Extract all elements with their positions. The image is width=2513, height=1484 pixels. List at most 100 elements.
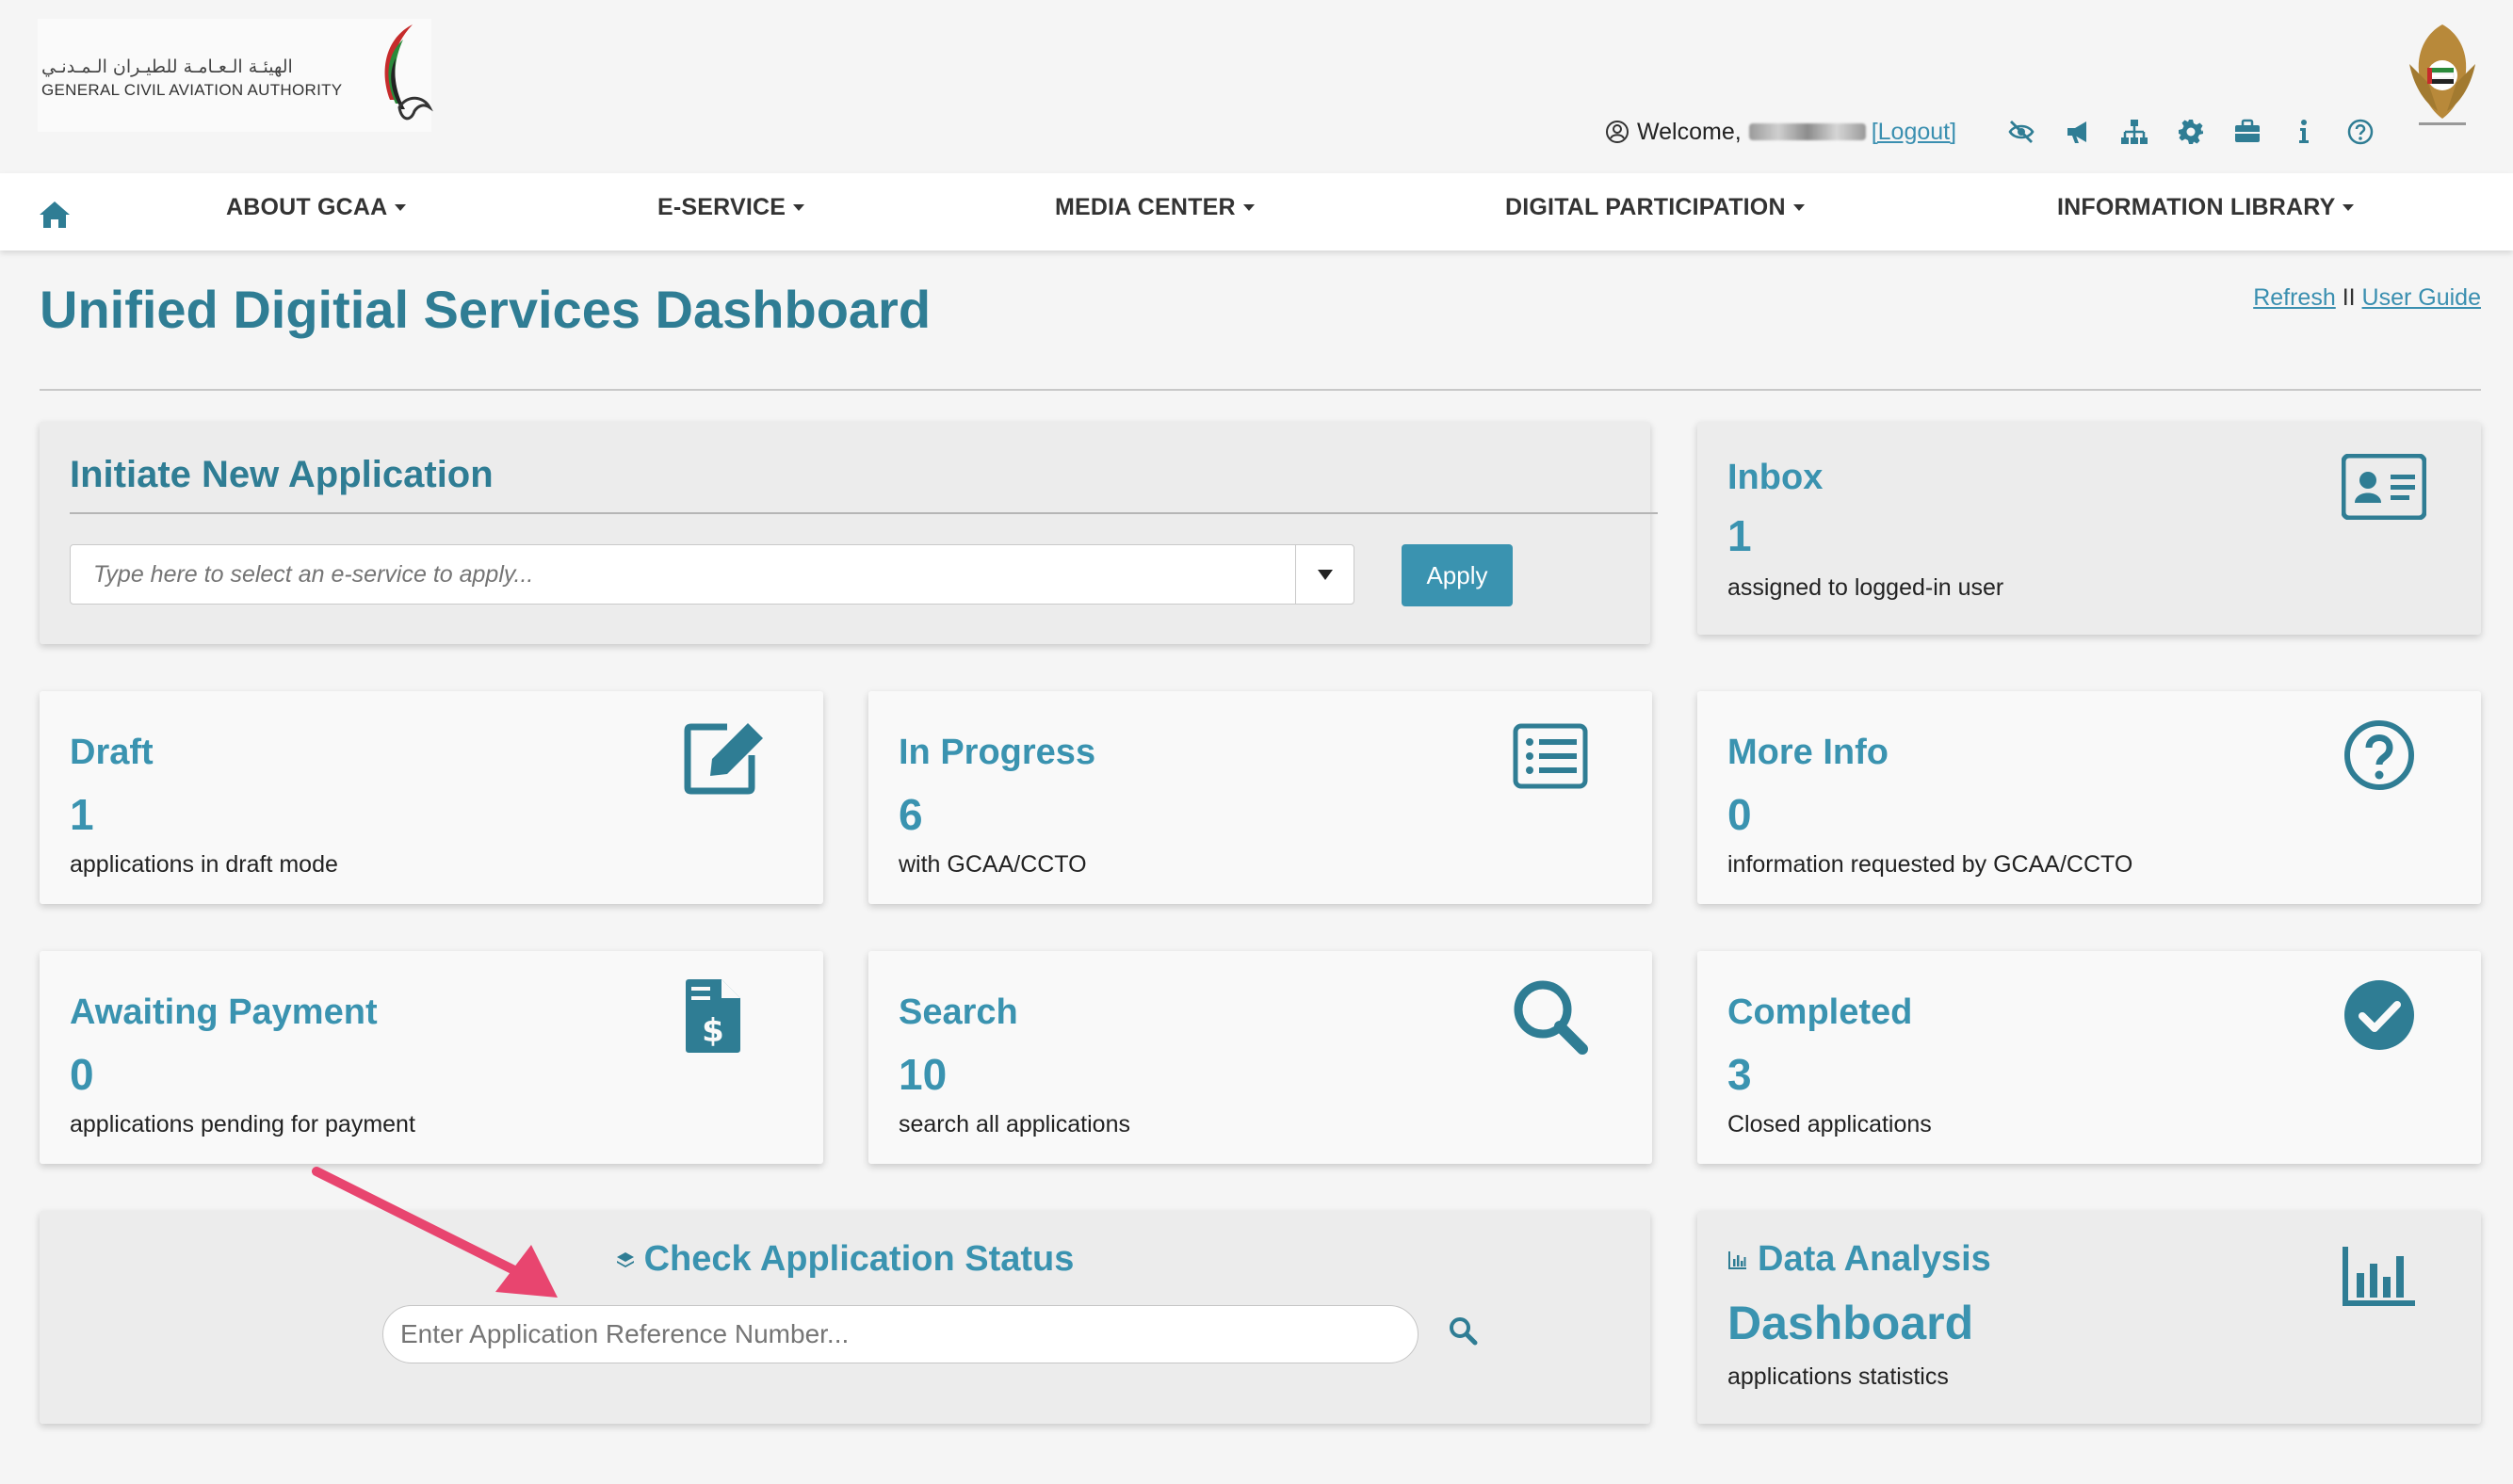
awaiting-payment-card[interactable]: Awaiting Payment 0 applications pending … [40,951,823,1164]
chevron-down-icon [1242,204,1255,211]
chevron-down-icon [2343,204,2355,211]
reference-number-field[interactable] [382,1305,1419,1363]
title-divider [40,389,2481,391]
chevron-down-icon [1792,204,1805,211]
draft-card[interactable]: Draft 1 applications in draft mode [40,691,823,904]
announcement-icon[interactable] [2050,115,2106,149]
sitemap-icon[interactable] [2106,115,2163,149]
nav-media-center[interactable]: MEDIA CENTER [1055,194,1255,221]
more-info-desc: information requested by GCAA/CCTO [1727,851,2133,878]
question-circle-icon [2343,719,2415,791]
inbox-card[interactable]: Inbox 1 assigned to logged-in user [1697,422,2481,635]
initiate-application-panel: Initiate New Application Apply [40,422,1658,644]
logo-arabic-text: الهيئـة الـعـامـة للطيـران الـمـدنـي [41,56,293,77]
id-card-icon [2341,453,2427,521]
logout-link[interactable]: [Logout] [1872,119,1956,146]
data-analysis-heading: Data Analysis [1727,1239,1991,1280]
nav-media-center-label: MEDIA CENTER [1055,194,1236,220]
in-progress-count: 6 [899,790,923,839]
annotation-arrow-icon [312,1167,558,1298]
nav-e-service-label: E-SERVICE [657,194,786,220]
edit-icon [684,718,769,795]
accessibility-icon[interactable] [1993,115,2050,149]
welcome-label: Welcome, [1637,118,1742,145]
search-count: 10 [899,1050,948,1099]
list-alt-icon [1513,723,1588,789]
data-analysis-dashboard-label: Dashboard [1727,1297,1974,1349]
awaiting-payment-title: Awaiting Payment [70,992,378,1032]
search-desc: search all applications [899,1111,1130,1137]
more-info-count: 0 [1727,790,1752,839]
draft-desc: applications in draft mode [70,851,338,878]
main-nav: ABOUT GCAA E-SERVICE MEDIA CENTER DIGITA… [0,173,2513,250]
eservice-dropdown-toggle[interactable] [1295,545,1354,604]
reference-number-input[interactable] [383,1306,1418,1363]
chevron-down-icon [395,204,407,211]
nav-digital-participation[interactable]: DIGITAL PARTICIPATION [1505,194,1805,221]
more-info-title: More Info [1727,733,1889,772]
completed-card[interactable]: Completed 3 Closed applications [1697,951,2481,1164]
completed-desc: Closed applications [1727,1111,1932,1137]
search-card[interactable]: Search 10 search all applications [868,951,1652,1164]
settings-icon[interactable] [2163,115,2219,149]
nav-about-gcaa-label: ABOUT GCAA [226,194,388,220]
layers-icon [616,1251,634,1267]
eservice-select[interactable] [70,544,1354,605]
falcon-emblem-icon [384,24,433,121]
more-info-card[interactable]: More Info 0 information requested by GCA… [1697,691,2481,904]
bar-chart-icon [2342,1245,2417,1307]
gcaa-logo[interactable]: الهيئـة الـعـامـة للطيـران الـمـدنـي GEN… [38,19,433,132]
bar-chart-small-icon [1728,1250,1746,1269]
invoice-dollar-icon: $ [684,977,742,1055]
logo-english-text: GENERAL CIVIL AVIATION AUTHORITY [41,81,343,99]
completed-count: 3 [1727,1050,1752,1099]
completed-title: Completed [1727,992,1913,1032]
initiate-divider [70,512,1658,514]
in-progress-card[interactable]: In Progress 6 with GCAA/CCTO [868,691,1652,904]
link-separator: II [2335,284,2362,311]
reference-search-icon[interactable] [1447,1315,1479,1347]
chevron-down-icon [793,204,805,211]
username-redacted [1748,123,1866,140]
nav-information-library-label: INFORMATION LIBRARY [2057,194,2336,220]
inbox-desc: assigned to logged-in user [1727,574,2004,601]
nav-information-library[interactable]: INFORMATION LIBRARY [2057,194,2355,221]
search-icon [1511,977,1588,1055]
header-icon-toolbar [1993,115,2389,149]
data-analysis-title: Data Analysis [1758,1239,1991,1279]
uae-emblem-icon [2409,24,2475,125]
check-status-heading: Check Application Status [40,1239,1650,1280]
check-status-panel: Check Application Status [40,1211,1650,1424]
initiate-title: Initiate New Application [70,454,494,495]
svg-text:$: $ [702,1012,724,1050]
apply-button[interactable]: Apply [1402,544,1513,606]
home-icon[interactable] [38,200,72,230]
in-progress-title: In Progress [899,733,1096,772]
title-links: Refresh II User Guide [2253,284,2481,312]
briefcase-icon[interactable] [2219,115,2276,149]
welcome-bar: Welcome, [Logout] [1605,113,1956,151]
draft-title: Draft [70,733,154,772]
inbox-count: 1 [1727,511,1752,560]
check-circle-icon [2343,979,2415,1051]
caret-down-icon [1317,569,1333,580]
awaiting-payment-desc: applications pending for payment [70,1111,415,1137]
help-icon[interactable] [2332,115,2389,149]
awaiting-payment-count: 0 [70,1050,94,1099]
page-title: Unified Digitial Services Dashboard [40,280,932,339]
data-analysis-card[interactable]: Data Analysis Dashboard applications sta… [1697,1211,2481,1424]
in-progress-desc: with GCAA/CCTO [899,851,1087,878]
info-icon[interactable] [2276,115,2332,149]
user-guide-link[interactable]: User Guide [2362,284,2481,311]
user-circle-icon [1606,121,1629,143]
nav-e-service[interactable]: E-SERVICE [657,194,805,221]
eservice-search-input[interactable] [71,545,1276,604]
draft-count: 1 [70,790,94,839]
data-analysis-desc: applications statistics [1727,1363,1949,1390]
nav-digital-participation-label: DIGITAL PARTICIPATION [1505,194,1786,220]
nav-about-gcaa[interactable]: ABOUT GCAA [226,194,407,221]
check-status-title: Check Application Status [643,1239,1075,1279]
refresh-link[interactable]: Refresh [2253,284,2336,311]
inbox-title: Inbox [1727,458,1824,497]
search-title: Search [899,992,1018,1032]
